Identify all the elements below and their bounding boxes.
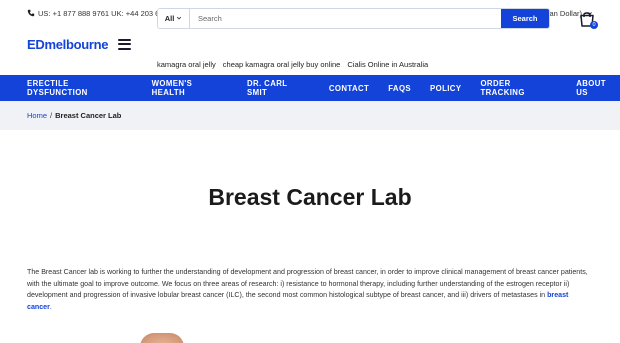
- nav-item-policy[interactable]: POLICY: [430, 84, 461, 93]
- cart-bag-icon[interactable]: 0: [578, 10, 598, 29]
- hamburger-icon[interactable]: [118, 38, 132, 50]
- nav-item-dr-carl-smit[interactable]: DR. CARL SMIT: [247, 79, 310, 97]
- search-category-select[interactable]: All: [158, 9, 190, 28]
- suggestion-link[interactable]: Cialis Online in Australia: [347, 60, 428, 69]
- phone-icon: [27, 9, 35, 17]
- search-suggestions: kamagra oral jelly cheap kamagra oral je…: [157, 60, 428, 69]
- search-category-label: All: [164, 14, 175, 23]
- site-header: ED melbourne: [0, 26, 620, 62]
- intro-text-end: .: [49, 302, 52, 311]
- page-title: Breast Cancer Lab: [208, 184, 412, 210]
- breadcrumb: Home / Breast Cancer Lab: [0, 101, 620, 130]
- search-input[interactable]: [190, 9, 501, 28]
- intro-paragraph: The Breast Cancer lab is working to furt…: [27, 267, 595, 313]
- nav-item-womens-health[interactable]: WOMEN'S HEALTH: [152, 79, 228, 97]
- nav-item-erectile-dysfunction[interactable]: ERECTILE DYSFUNCTION: [27, 79, 132, 97]
- suggestion-link[interactable]: kamagra oral jelly: [157, 60, 216, 69]
- nav-item-order-tracking[interactable]: ORDER TRACKING: [480, 79, 557, 97]
- main-nav: ERECTILE DYSFUNCTION WOMEN'S HEALTH DR. …: [0, 75, 620, 101]
- nav-item-faqs[interactable]: FAQS: [388, 84, 411, 93]
- cart-count-badge: 0: [590, 21, 598, 29]
- intro-text: The Breast Cancer lab is working to furt…: [27, 268, 588, 300]
- logo-ed: ED: [27, 36, 45, 52]
- nav-item-contact[interactable]: CONTACT: [329, 84, 369, 93]
- content-image: [140, 333, 184, 343]
- chevron-down-icon: [176, 14, 182, 23]
- logo-text: melbourne: [44, 36, 109, 52]
- breadcrumb-current: Breast Cancer Lab: [55, 111, 122, 120]
- breadcrumb-separator: /: [50, 111, 53, 120]
- nav-item-about-us[interactable]: ABOUT US: [576, 79, 620, 97]
- logo[interactable]: ED melbourne: [27, 36, 109, 52]
- breadcrumb-home[interactable]: Home: [27, 111, 47, 120]
- search-bar: All Search: [157, 8, 550, 29]
- suggestion-link[interactable]: cheap kamagra oral jelly buy online: [223, 60, 341, 69]
- search-button[interactable]: Search: [501, 9, 549, 28]
